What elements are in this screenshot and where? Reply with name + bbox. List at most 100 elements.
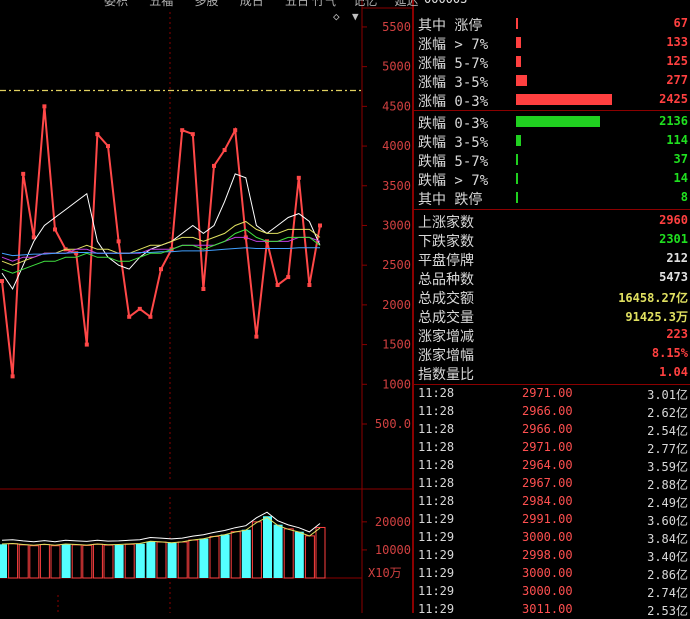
series-line-2 xyxy=(1,220,321,266)
stat-row[interactable]: 其中 跌停 8 xyxy=(414,188,690,208)
volume-bar xyxy=(177,541,188,579)
stat-row[interactable]: 涨幅 5-7% 125 xyxy=(414,52,690,72)
tick-price: 2991.00 xyxy=(522,512,573,526)
volume-bar xyxy=(304,535,315,579)
tick-time: 11:29 xyxy=(418,512,455,526)
volume-axis-label: 10000 xyxy=(375,543,411,557)
tick-time: 11:29 xyxy=(418,602,455,616)
summary-value: 2301 xyxy=(659,232,688,246)
index-chart-area[interactable]: 5500 5000 4500 4000 3500 3000 2500 2000 1500 1000… xyxy=(0,0,419,613)
stat-bar xyxy=(516,94,612,105)
summary-label: 平盘停牌 xyxy=(418,253,474,269)
tick-row[interactable]: 11:29 2998.00 3.40亿 xyxy=(414,547,690,565)
volume-bar xyxy=(273,524,283,578)
tick-row[interactable]: 11:28 2966.00 2.54亿 xyxy=(414,421,690,439)
stat-label: 跌幅 > 7% xyxy=(418,173,489,189)
stat-row[interactable]: 跌幅 > 7% 14 xyxy=(414,169,690,189)
tick-row[interactable]: 11:28 2964.00 3.59亿 xyxy=(414,457,690,475)
tab-3[interactable]: 成日 xyxy=(240,0,264,8)
tick-row[interactable]: 11:29 3000.00 3.84亿 xyxy=(414,529,690,547)
tick-amount: 2.88亿 xyxy=(647,478,688,492)
series-point xyxy=(212,163,216,168)
tick-time: 11:29 xyxy=(418,584,455,598)
tick-amount: 2.77亿 xyxy=(647,442,688,456)
divider xyxy=(414,384,690,385)
stat-row[interactable]: 其中 涨停 67 xyxy=(414,14,690,34)
tick-amount: 2.86亿 xyxy=(647,568,688,582)
tick-price: 2967.00 xyxy=(522,476,573,490)
stat-label: 跌幅 3-5% xyxy=(418,135,489,151)
stat-bar xyxy=(516,56,521,67)
summary-label: 总品种数 xyxy=(418,272,474,288)
index-code: 000003 xyxy=(424,0,467,6)
stat-row[interactable]: 跌幅 3-5% 114 xyxy=(414,131,690,151)
volume-bar xyxy=(82,544,93,579)
volume-axis-label: 20000 xyxy=(375,515,411,529)
tick-price: 3000.00 xyxy=(522,530,573,544)
tab-1[interactable]: 五福 xyxy=(149,0,173,8)
summary-label: 总成交量 xyxy=(418,310,474,326)
summary-row: 涨家增幅 8.15% xyxy=(414,344,690,364)
summary-label: 涨家增减 xyxy=(418,329,474,345)
tick-row[interactable]: 11:28 2966.00 2.62亿 xyxy=(414,403,690,421)
tick-row[interactable]: 11:28 2971.00 2.77亿 xyxy=(414,439,690,457)
stat-label: 涨幅 > 7% xyxy=(418,37,489,53)
volume-bar xyxy=(39,544,50,579)
tick-time: 11:28 xyxy=(418,476,455,490)
summary-label: 涨家增幅 xyxy=(418,348,474,364)
series-point xyxy=(137,306,142,311)
divider xyxy=(414,110,690,111)
tab-4[interactable]: 五日 xyxy=(285,0,309,8)
stat-bar xyxy=(516,173,518,184)
tick-row[interactable]: 11:29 2991.00 3.60亿 xyxy=(414,511,690,529)
tick-row[interactable]: 11:28 2984.00 2.49亿 xyxy=(414,493,690,511)
stat-value: 14 xyxy=(673,171,688,185)
stat-row[interactable]: 涨幅 > 7% 133 xyxy=(414,33,690,53)
price-chart[interactable]: 5500 5000 4500 4000 3500 3000 2500 2000 1500 1000… xyxy=(0,0,414,613)
series-point xyxy=(127,314,132,319)
tick-row[interactable]: 11:28 2967.00 2.88亿 xyxy=(414,475,690,493)
summary-value: 1.04 xyxy=(659,365,688,379)
series-point xyxy=(42,104,47,109)
series-point xyxy=(233,128,238,133)
tick-amount: 3.84亿 xyxy=(647,532,688,546)
volume-unit-label: X10万 xyxy=(368,566,402,580)
dropdown-icon[interactable]: ▼ xyxy=(352,10,359,23)
tab-right-0[interactable]: 竹气 xyxy=(312,0,336,8)
series-point xyxy=(254,334,259,339)
summary-row: 上涨家数 2960 xyxy=(414,211,690,231)
series-point xyxy=(180,128,185,133)
volume-bar xyxy=(18,544,29,579)
stat-value: 8 xyxy=(680,190,688,204)
tab-0[interactable]: 委积 xyxy=(104,0,128,8)
tab-right-1[interactable]: 记忆 xyxy=(353,0,377,8)
series-point xyxy=(84,342,89,347)
volume-bar xyxy=(61,544,71,578)
stat-row[interactable]: 涨幅 0-3% 2425 xyxy=(414,90,690,110)
stat-value: 67 xyxy=(673,16,688,30)
tab-2[interactable]: 多股 xyxy=(195,0,219,8)
volume-bar xyxy=(199,538,209,578)
price-axis-label: 4000 xyxy=(382,139,411,153)
summary-row: 总品种数 5473 xyxy=(414,268,690,288)
stat-value: 125 xyxy=(666,54,688,68)
tick-row[interactable]: 11:29 3000.00 2.86亿 xyxy=(414,565,690,583)
volume-bar xyxy=(114,544,124,578)
series-point xyxy=(116,239,121,244)
stat-bar xyxy=(516,154,518,165)
stat-bar xyxy=(516,135,521,146)
stat-label: 涨幅 3-5% xyxy=(418,75,489,91)
volume-bar xyxy=(209,535,220,579)
stat-row[interactable]: 跌幅 0-3% 2136 xyxy=(414,112,690,132)
stat-row[interactable]: 涨幅 3-5% 277 xyxy=(414,71,690,91)
series-point xyxy=(21,171,26,176)
volume-bar xyxy=(135,543,145,578)
stat-row[interactable]: 跌幅 5-7% 37 xyxy=(414,150,690,170)
tick-amount: 2.74亿 xyxy=(647,586,688,600)
tick-time: 11:29 xyxy=(418,566,455,580)
diamond-icon[interactable]: ◇ xyxy=(333,10,340,23)
tick-row[interactable]: 11:29 3011.00 2.53亿 xyxy=(414,601,690,619)
tick-row[interactable]: 11:28 2971.00 3.01亿 xyxy=(414,385,690,403)
series-point xyxy=(0,279,4,284)
tick-row[interactable]: 11:29 3000.00 2.74亿 xyxy=(414,583,690,601)
